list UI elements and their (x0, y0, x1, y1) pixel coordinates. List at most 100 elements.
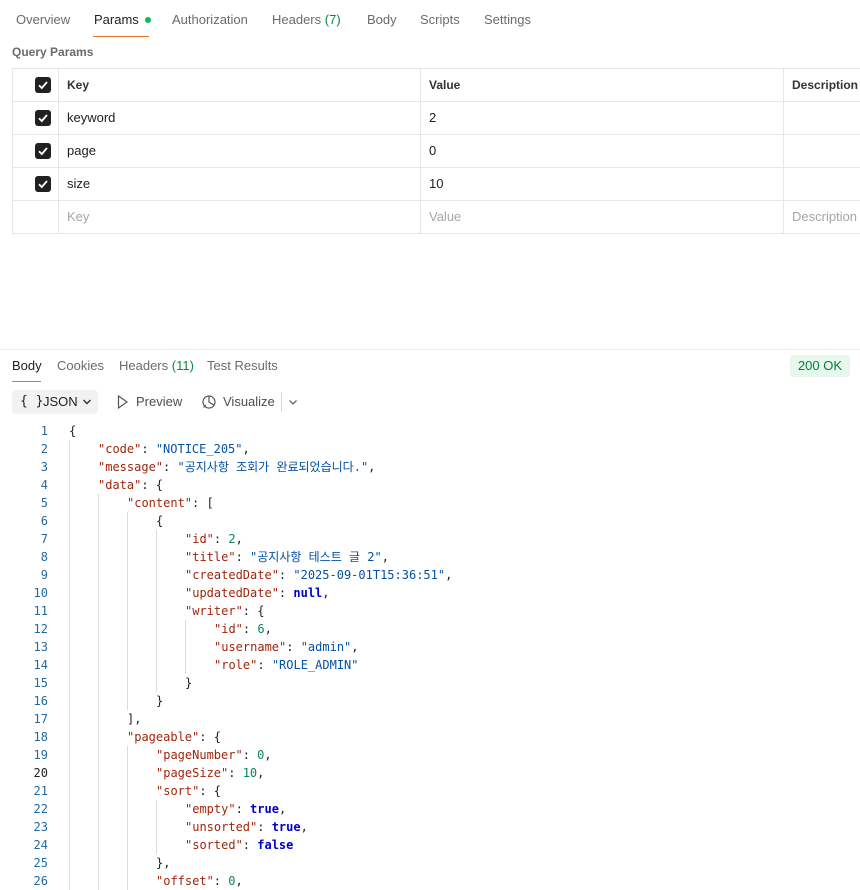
line-number: 21 (33, 784, 48, 798)
line-number: 17 (33, 712, 48, 726)
code-token: "ROLE_ADMIN" (271, 658, 359, 672)
code-token: } (185, 676, 193, 690)
code-token: "pageNumber" (156, 748, 243, 762)
code-token: "NOTICE_205" (155, 442, 243, 456)
new-param-row: Key Value Description (13, 201, 860, 234)
tab-params[interactable]: Params (94, 12, 151, 27)
code-token: : { (141, 478, 164, 492)
tab-settings[interactable]: Settings (484, 12, 531, 27)
chevron-down-icon (83, 399, 91, 405)
code-token: null (293, 586, 323, 600)
code-text: } (185, 674, 192, 692)
code-line: 20 "pageSize": 10, (0, 764, 860, 782)
row-check-cell (13, 168, 59, 200)
code-token: , (235, 532, 243, 546)
tab-authorization[interactable]: Authorization (172, 12, 248, 27)
line-number: 24 (33, 838, 48, 852)
line-number: 6 (40, 514, 48, 528)
visualize-options-button[interactable] (286, 390, 302, 414)
braces-icon: { } (20, 394, 44, 409)
code-line: 11 "writer": { (0, 602, 860, 620)
tab-params-label: Params (94, 12, 139, 27)
code-text: "empty": true, (185, 800, 286, 818)
code-token: "pageSize" (156, 766, 229, 780)
params-active-dot-icon (144, 16, 151, 23)
response-body-viewer[interactable]: 1{2 "code": "NOTICE_205", 3 "message": "공지사… (0, 422, 860, 890)
response-tab-active-underline (12, 381, 41, 382)
response-tab-headers[interactable]: Headers (11) (119, 358, 194, 373)
code-token: : [ (192, 496, 214, 510)
param-description-cell[interactable] (784, 102, 860, 134)
response-toolbar: { } JSON Preview Visualize (0, 390, 860, 414)
tab-scripts[interactable]: Scripts (420, 12, 460, 27)
param-value-cell[interactable]: 0 (421, 135, 784, 167)
code-token: "createdDate" (185, 568, 279, 582)
param-key-cell[interactable]: keyword (59, 102, 421, 134)
indent-guide (185, 620, 186, 674)
line-number: 4 (40, 478, 48, 492)
code-line: 10 "updatedDate": null, (0, 584, 860, 602)
visualize-button[interactable]: Visualize (201, 390, 279, 414)
code-token: , (278, 802, 287, 816)
param-enabled-checkbox[interactable] (35, 110, 51, 126)
code-token: 10 (242, 766, 258, 780)
code-line: 25}, (0, 854, 860, 872)
code-text: "unsorted": true, (185, 818, 308, 836)
code-line: 19 "pageNumber": 0, (0, 746, 860, 764)
preview-label: Preview (136, 394, 183, 409)
tab-body[interactable]: Body (367, 12, 397, 27)
response-tab-cookies[interactable]: Cookies (57, 358, 104, 373)
code-line: 16} (0, 692, 860, 710)
tab-overview[interactable]: Overview (16, 12, 70, 27)
code-token: "id" (185, 532, 214, 546)
line-number: 26 (33, 874, 48, 888)
line-number: 19 (33, 748, 48, 762)
param-description-cell[interactable] (784, 168, 860, 200)
check-icon (38, 180, 48, 189)
status-badge[interactable]: 200 OK (790, 355, 850, 377)
row-check-cell (13, 102, 59, 134)
new-key-input[interactable]: Key (59, 201, 421, 233)
param-value-cell[interactable]: 2 (421, 102, 784, 134)
response-tab-headers-label: Headers (119, 358, 169, 373)
format-dropdown[interactable]: { } JSON (12, 390, 98, 414)
code-text: "writer": { (185, 602, 264, 620)
code-token: , (264, 748, 272, 762)
code-token: : (242, 622, 258, 636)
code-token: "username" (214, 640, 287, 654)
code-line: 22 "empty": true, (0, 800, 860, 818)
code-token: "role" (214, 658, 258, 672)
description-column-header: Description (792, 78, 859, 92)
response-tab-body[interactable]: Body (12, 358, 42, 373)
param-description-cell[interactable] (784, 135, 860, 167)
code-token: : (228, 766, 243, 780)
preview-button[interactable]: Preview (116, 390, 186, 414)
code-token: "writer" (185, 604, 243, 618)
new-value-input[interactable]: Value (421, 201, 784, 233)
pane-divider[interactable] (0, 349, 860, 350)
response-tab-headers-count: (11) (171, 358, 194, 373)
key-column-header: Key (59, 69, 421, 101)
code-line: 2 "code": "NOTICE_205", (0, 440, 860, 458)
code-line: 6{ (0, 512, 860, 530)
param-value-cell[interactable]: 10 (421, 168, 784, 200)
tab-headers[interactable]: Headers (7) (272, 12, 341, 27)
param-key-cell[interactable]: page (59, 135, 421, 167)
code-token: , (322, 586, 330, 600)
row-check-cell (13, 135, 59, 167)
code-token: "updatedDate" (185, 586, 279, 600)
code-text: "id": 6, (214, 620, 272, 638)
code-text: "pageable": { (127, 728, 221, 746)
indent-guide (69, 440, 70, 890)
code-text: "role": "ROLE_ADMIN" (214, 656, 359, 674)
select-all-checkbox[interactable] (35, 77, 51, 93)
code-token: }, (156, 856, 171, 870)
line-number: 3 (40, 460, 48, 474)
code-text: } (156, 692, 163, 710)
new-description-input[interactable]: Description (784, 201, 860, 233)
response-tab-test-results[interactable]: Test Results (207, 358, 278, 373)
param-key-cell[interactable]: size (59, 168, 421, 200)
param-enabled-checkbox[interactable] (35, 176, 51, 192)
code-token: true (250, 802, 279, 816)
param-enabled-checkbox[interactable] (35, 143, 51, 159)
